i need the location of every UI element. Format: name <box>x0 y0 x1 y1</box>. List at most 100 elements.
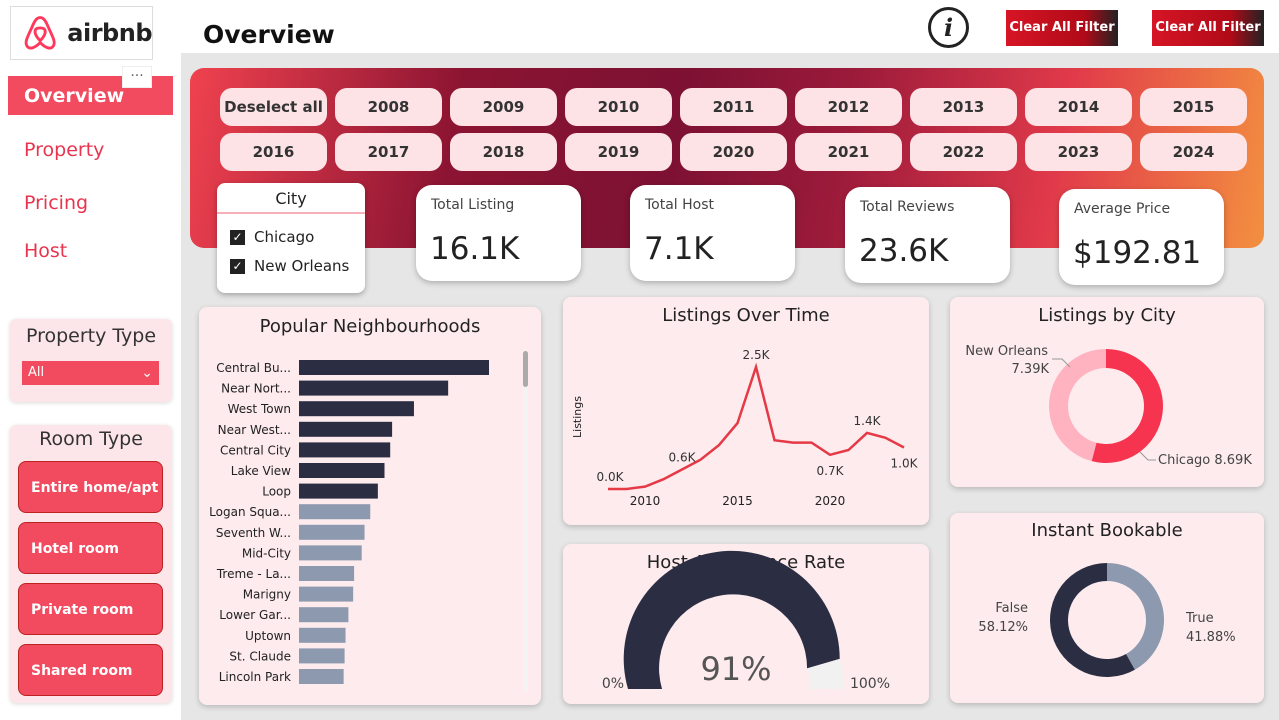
checkbox-checked-icon[interactable]: ✓ <box>230 258 245 274</box>
year-button-2023[interactable]: 2023 <box>1025 133 1132 171</box>
year-button-2024[interactable]: 2024 <box>1140 133 1247 171</box>
listings-by-city-donut: New Orleans 7.39K Chicago 8.69K <box>965 344 1252 468</box>
slice-label-value: 41.88% <box>1186 630 1236 645</box>
city-slicer: City ✓ Chicago ✓ New Orleans <box>217 183 365 293</box>
bar-category-label: West Town <box>228 402 291 416</box>
neighbourhood-bar <box>299 504 371 520</box>
bar-category-label: Lincoln Park <box>219 670 291 684</box>
line-data-label: 1.4K <box>854 414 882 428</box>
bar-category-label: Logan Squa... <box>209 505 291 519</box>
slice-label-value: 7.39K <box>1012 362 1050 377</box>
deselect-all-button[interactable]: Deselect all <box>220 88 327 126</box>
listings-over-time-visual: Listings Over Time Listings 2010 2015 2020 0… <box>563 297 929 525</box>
kpi-total-listing: Total Listing 16.1K <box>416 185 581 281</box>
year-button-2019[interactable]: 2019 <box>565 133 672 171</box>
city-option-new-orleans[interactable]: ✓ New Orleans <box>230 257 349 275</box>
slice-label-category: True <box>1185 611 1214 626</box>
year-button-2013[interactable]: 2013 <box>910 88 1017 126</box>
year-button-2009[interactable]: 2009 <box>450 88 557 126</box>
neighbourhood-bar <box>299 463 385 478</box>
kpi-value: 7.1K <box>644 231 714 267</box>
bar-category-label: Treme - La... <box>216 567 291 581</box>
property-type-slicer: Property Type All ⌄ <box>10 319 172 402</box>
line-data-label: 2.5K <box>743 348 771 362</box>
bar-category-label: Central City <box>220 443 291 457</box>
year-button-2021[interactable]: 2021 <box>795 133 902 171</box>
nav-item-property[interactable]: Property <box>24 139 104 161</box>
checkbox-checked-icon[interactable]: ✓ <box>230 229 245 245</box>
host-acceptance-rate-visual: Host Acceptance Rate 91%0%100% <box>563 544 929 704</box>
scrollbar-track[interactable] <box>523 351 528 691</box>
neighbourhood-bar <box>299 421 393 437</box>
line-data-label: 1.0K <box>891 457 919 471</box>
year-button-2022[interactable]: 2022 <box>910 133 1017 171</box>
more-options-icon[interactable]: ··· <box>122 66 152 88</box>
bar-category-label: Near Nort... <box>221 382 291 396</box>
year-button-2015[interactable]: 2015 <box>1140 88 1247 126</box>
room-type-private-room-button[interactable]: Private room <box>18 583 163 635</box>
line-data-label: 0.6K <box>669 450 697 464</box>
bar-category-label: Marigny <box>243 588 291 602</box>
slice-label-category: False <box>995 601 1028 616</box>
kpi-value: $192.81 <box>1073 235 1202 271</box>
clear-all-filter-button-2[interactable]: Clear All Filter <box>1152 10 1264 46</box>
year-button-2008[interactable]: 2008 <box>335 88 442 126</box>
info-icon[interactable]: i <box>928 7 969 48</box>
kpi-label: Average Price <box>1074 201 1171 217</box>
kpi-total-reviews: Total Reviews 23.6K <box>845 187 1010 283</box>
nav-item-pricing[interactable]: Pricing <box>24 192 88 214</box>
slice-leader-line <box>1139 451 1156 461</box>
line-data-label: 0.0K <box>597 470 625 484</box>
bar-category-label: Mid-City <box>242 546 291 560</box>
x-tick-label: 2020 <box>815 494 846 508</box>
line-data-label: 0.7K <box>817 464 845 478</box>
nav-item-host[interactable]: Host <box>24 240 67 262</box>
room-type-hotel-room-button[interactable]: Hotel room <box>18 522 163 574</box>
city-slicer-title: City <box>217 183 365 214</box>
slice-label: Chicago 8.69K <box>1158 453 1252 468</box>
kpi-value: 16.1K <box>430 231 520 267</box>
scrollbar-thumb[interactable] <box>523 351 528 387</box>
x-tick-label: 2010 <box>630 494 661 508</box>
kpi-average-price: Average Price $192.81 <box>1059 189 1224 285</box>
kpi-label: Total Listing <box>431 197 515 213</box>
year-button-2016[interactable]: 2016 <box>220 133 327 171</box>
y-axis-label: Listings <box>571 396 584 438</box>
city-option-label: New Orleans <box>254 257 350 275</box>
x-tick-label: 2015 <box>722 494 753 508</box>
room-type-entire-home-button[interactable]: Entire home/apt <box>18 461 163 513</box>
neighbourhood-bar <box>299 566 355 581</box>
bar-category-label: Lower Gar... <box>219 608 291 622</box>
gauge-min-label: 0% <box>602 676 624 692</box>
city-option-label: Chicago <box>254 228 315 246</box>
gauge-max-label: 100% <box>850 676 890 692</box>
year-button-2014[interactable]: 2014 <box>1025 88 1132 126</box>
city-option-chicago[interactable]: ✓ Chicago <box>230 228 314 246</box>
year-button-2018[interactable]: 2018 <box>450 133 557 171</box>
neighbourhood-bar <box>299 401 414 417</box>
slice-label-value: 58.12% <box>978 620 1028 635</box>
listings-by-city-visual: Listings by City New Orleans 7.39K Chicago… <box>950 297 1264 487</box>
host-acceptance-gauge: 91% 0% 100% <box>602 550 890 692</box>
airbnb-logo: airbnb <box>10 6 153 60</box>
neighbourhood-bar <box>299 380 449 396</box>
neighbourhood-bar <box>299 586 354 602</box>
year-button-2011[interactable]: 2011 <box>680 88 787 126</box>
popular-neighbourhoods-visual: Popular Neighbourhoods Central Bu... Near… <box>199 307 541 705</box>
neighbourhood-bar <box>299 669 344 684</box>
year-button-2020[interactable]: 2020 <box>680 133 787 171</box>
year-button-2010[interactable]: 2010 <box>565 88 672 126</box>
kpi-value: 23.6K <box>859 233 949 269</box>
property-type-title: Property Type <box>25 325 157 347</box>
year-button-2012[interactable]: 2012 <box>795 88 902 126</box>
clear-all-filter-button[interactable]: Clear All Filter <box>1006 10 1118 46</box>
kpi-label: Total Host <box>645 197 715 213</box>
property-type-dropdown[interactable]: All ⌄ <box>22 361 159 385</box>
neighbourhood-bar <box>299 607 349 623</box>
bar-category-label: Lake View <box>231 464 291 478</box>
neighbourhood-bar <box>299 360 489 375</box>
chevron-down-icon: ⌄ <box>141 365 153 381</box>
room-type-title: Room Type <box>39 428 143 450</box>
year-button-2017[interactable]: 2017 <box>335 133 442 171</box>
room-type-shared-room-button[interactable]: Shared room <box>18 644 163 696</box>
